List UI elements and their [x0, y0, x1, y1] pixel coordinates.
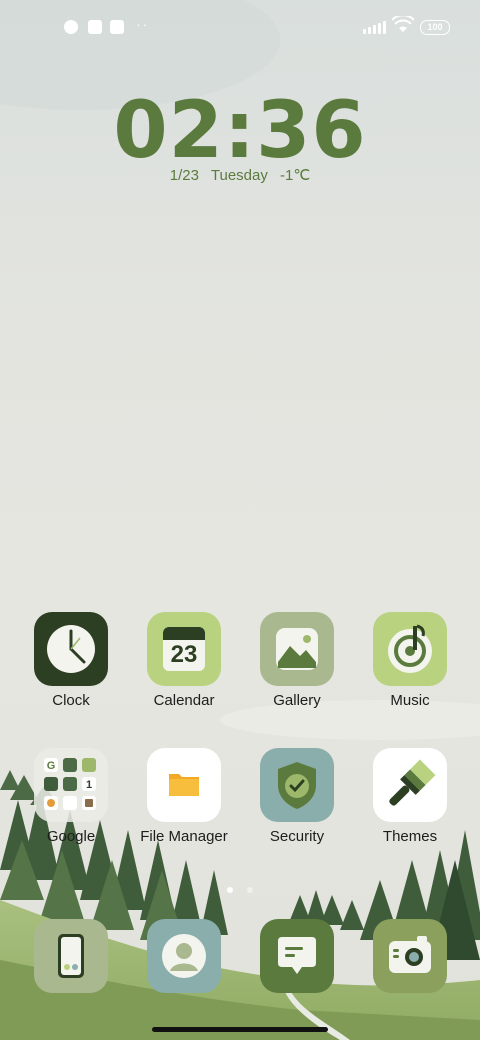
signal-icon	[363, 20, 386, 34]
weekday-text: Tuesday	[210, 167, 268, 184]
google-folder-icon: G 1	[34, 748, 108, 822]
app-security[interactable]: Security	[242, 748, 352, 845]
app-gallery[interactable]: Gallery	[242, 612, 352, 709]
clock-widget-date[interactable]: 1/23 Tuesday -1℃	[0, 166, 480, 184]
battery-indicator: 100	[420, 20, 450, 35]
dock-messages[interactable]	[242, 919, 352, 993]
app-notification-icon	[64, 20, 78, 34]
home-indicator[interactable]	[152, 1027, 328, 1032]
wifi-icon	[392, 16, 414, 32]
clock-icon	[34, 612, 108, 686]
app-label: Calendar	[153, 692, 215, 709]
square-notification-icon	[88, 20, 102, 34]
dock-contacts[interactable]	[129, 919, 239, 993]
app-label: Gallery	[273, 692, 321, 709]
dock-camera[interactable]	[355, 919, 465, 993]
app-label: Google	[46, 828, 96, 845]
folder-icon	[147, 748, 221, 822]
app-file-manager[interactable]: File Manager	[129, 748, 239, 845]
app-label: Music	[390, 692, 430, 709]
app-label: File Manager	[140, 828, 228, 845]
phone-icon	[34, 919, 108, 993]
app-label: Clock	[52, 692, 90, 709]
app-folder-google[interactable]: G 1 Google	[16, 748, 126, 845]
messages-icon	[260, 919, 334, 993]
calendar-day: 23	[170, 641, 198, 668]
gallery-icon	[260, 612, 334, 686]
page-dot-active	[226, 887, 233, 893]
app-themes[interactable]: Themes	[355, 748, 465, 845]
contacts-icon	[147, 919, 221, 993]
app-clock[interactable]: Clock	[16, 612, 126, 709]
svg-text:1: 1	[86, 779, 92, 791]
shield-icon	[260, 748, 334, 822]
calendar-icon: 23	[147, 612, 221, 686]
status-bar: ·· 100	[0, 14, 480, 42]
app-music[interactable]: Music	[355, 612, 465, 709]
page-indicator[interactable]	[0, 880, 480, 898]
app-label: Themes	[382, 828, 438, 845]
dock-phone[interactable]	[16, 919, 126, 993]
music-icon	[373, 612, 447, 686]
app-calendar[interactable]: 23 Calendar	[129, 612, 239, 709]
brush-icon	[373, 748, 447, 822]
clock-widget-time[interactable]: 02:36	[0, 86, 480, 176]
date-text: 1/23	[169, 167, 199, 184]
more-notifications-indicator: ··	[136, 16, 150, 32]
upload-icon	[110, 20, 124, 34]
camera-icon	[373, 919, 447, 993]
svg-text:G: G	[47, 760, 56, 772]
app-label: Security	[269, 828, 325, 845]
page-dot	[247, 887, 254, 893]
temperature-text: -1℃	[280, 167, 311, 184]
